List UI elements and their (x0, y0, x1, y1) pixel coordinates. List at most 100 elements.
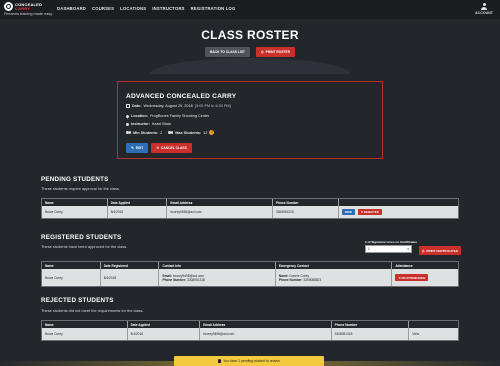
chevron-down-icon: ▾ (407, 247, 409, 251)
edit-label: EDIT (135, 146, 144, 150)
col-phone: Phone Number (330, 321, 409, 328)
account-menu[interactable]: ACCOUNT (475, 3, 493, 15)
date-label: Date: (132, 104, 142, 108)
print-certificates-button[interactable]: ⎙ PRINT CERTIFICATES (419, 246, 461, 255)
col-date-applied: Date Applied (106, 199, 167, 206)
emergency-contact: Name: Donnie Corey Phone Number: 3308088… (274, 269, 391, 286)
reject-student-button[interactable]: ✕ REJECTED (357, 208, 382, 216)
rejected-table: Name Date Applied Email Address Phone Nu… (41, 320, 459, 341)
phone-label: Phone Number: (162, 277, 187, 282)
logo-mark: CONCEALED CARRY (4, 2, 53, 11)
calendar-icon (126, 104, 130, 108)
phone-value: 3308051318 (187, 277, 205, 282)
student-name: Bruce Corey (45, 332, 63, 336)
max-students-value: 12 (203, 130, 208, 135)
col-email: Email Address (166, 199, 271, 206)
attendance-button[interactable]: ✕ NO ATTENDANCE (395, 274, 429, 281)
col-name: Name (45, 263, 54, 268)
nav-registration-log[interactable]: REGISTRATION LOG (191, 6, 236, 11)
student-name: Bruce Corey (45, 210, 63, 214)
registered-subtitle: These students have been approved for th… (41, 244, 128, 249)
phone-number: 3308051318 (330, 328, 409, 340)
table-header-row: Name Date Applied Email Address Phone Nu… (42, 321, 458, 328)
print-certificates-label: PRINT CERTIFICATES (426, 248, 458, 253)
class-actions: ✎ EDIT ✕ CANCEL CLASS (126, 143, 192, 153)
nav-locations[interactable]: LOCATIONS (120, 6, 146, 11)
student-name: Bruce Corey (45, 275, 63, 280)
students-icon (168, 131, 174, 135)
location-value: FrogBones Family Shooting Center (150, 114, 210, 118)
col-phone: Phone Number (271, 199, 338, 206)
pending-title: PENDING STUDENTS (41, 176, 109, 183)
ec-phone-label: Phone Number: (278, 277, 303, 282)
top-nav: CONCEALED CARRY Firearms training made e… (0, 0, 500, 19)
row-actions: VIEW ✕ REJECTED (337, 206, 458, 218)
contact-info: Email: bcorey9498@aol.com Phone Number: … (158, 269, 274, 286)
pending-notice[interactable]: You have 1 pending student to review. (174, 356, 324, 366)
col-name: Name (45, 322, 54, 327)
brand-logo[interactable]: CONCEALED CARRY Firearms training made e… (4, 2, 53, 16)
print-icon: ⎙ (260, 50, 264, 54)
class-date-line: Date: Wednesday, August 29, 2018 (5:00 P… (126, 104, 231, 108)
back-to-class-list-button[interactable]: BACK TO CLASS LIST (204, 47, 250, 57)
edit-class-button[interactable]: ✎ EDIT (126, 143, 149, 153)
print-roster-label: PRINT ROSTER (265, 50, 291, 54)
signature-lines-value: 1 (368, 247, 370, 251)
attendance-cell: ✕ NO ATTENDANCE (391, 269, 458, 286)
rejected-title: REJECTED STUDENTS (41, 297, 114, 304)
col-date-applied: Date Applied (126, 321, 200, 328)
nav-instructors[interactable]: INSTRUCTORS (152, 6, 184, 11)
class-title: ADVANCED CONCEALED CARRY (126, 93, 237, 100)
pending-table: Name Date Applied Email Address Phone Nu… (41, 198, 459, 219)
close-icon: ✕ (360, 210, 364, 214)
table-row: Bruce Corey 8/4/2018 Email: bcorey9498@a… (42, 269, 458, 286)
target-icon (4, 2, 13, 11)
brand-tagline: Firearms training made easy. (4, 12, 53, 16)
print-icon: ⎙ (422, 248, 425, 253)
ec-phone-value: 3308088823 (303, 277, 322, 282)
account-label: ACCOUNT (475, 11, 493, 15)
col-emergency-contact: Emergency Contact (274, 262, 391, 269)
cancel-class-button[interactable]: ✕ CANCEL CLASS (151, 143, 192, 153)
warning-icon[interactable]: ! (209, 130, 215, 135)
phone-number: 3308051318 (271, 206, 338, 218)
header-arch (150, 58, 350, 74)
signature-lines-label: # of Signature Lines on Certificates (365, 240, 417, 244)
print-roster-button[interactable]: ⎙ PRINT ROSTER (255, 47, 296, 57)
col-date-registered: Date Registered (99, 262, 159, 269)
registered-title: REGISTERED STUDENTS (41, 234, 122, 241)
attendance-label: NO ATTENDANCE (401, 275, 426, 280)
col-email: Email Address (199, 321, 330, 328)
email-address: bcorey9498@aol.com (166, 206, 271, 218)
email-address: bcorey9498@aol.com (199, 328, 330, 340)
header-actions: BACK TO CLASS LIST ⎙ PRINT ROSTER (0, 47, 500, 57)
view-student-link[interactable]: View (408, 328, 458, 340)
table-header-row: Name Date Applied Email Address Phone Nu… (42, 199, 458, 206)
pending-notice-text: You have 1 pending student to review. (223, 359, 281, 363)
date-registered: 8/4/2018 (99, 269, 159, 286)
close-icon: ✕ (156, 146, 160, 150)
view-student-button[interactable]: VIEW (341, 208, 355, 216)
table-header-row: Name Date Registered Contact Info Emerge… (42, 262, 458, 269)
reject-label: REJECTED (363, 210, 379, 214)
col-contact-info: Contact Info (158, 262, 274, 269)
max-students-label: Max Students: (175, 130, 202, 135)
registered-table: Name Date Registered Contact Info Emerge… (41, 261, 459, 287)
location-label: Location: (131, 114, 149, 118)
nav-dashboard[interactable]: DASHBOARD (57, 6, 86, 11)
nav-courses[interactable]: COURSES (92, 6, 114, 11)
pending-subtitle: These students require approval for the … (41, 186, 120, 191)
class-instructor-line: Instructor: Israel Mata (126, 122, 171, 126)
time-value: (5:00 PM to 6:30 PM) (194, 104, 231, 108)
signature-lines-select[interactable]: 1 ▾ (365, 245, 412, 253)
date-value: Wednesday, August 29, 2018 (143, 104, 193, 108)
col-attendance: Attendance (391, 262, 458, 269)
bell-icon (217, 359, 222, 363)
class-details-card: ADVANCED CONCEALED CARRY Date: Wednesday… (117, 81, 383, 159)
nav-links: DASHBOARD COURSES LOCATIONS INSTRUCTORS … (57, 6, 235, 11)
min-students-label: Min Students: (133, 130, 159, 135)
min-students-value: 2 (160, 130, 163, 135)
table-row: Bruce Corey 8/4/2018 bcorey9498@aol.com … (42, 206, 458, 218)
cancel-class-label: CANCEL CLASS (161, 146, 187, 150)
instructor-icon (126, 122, 129, 126)
